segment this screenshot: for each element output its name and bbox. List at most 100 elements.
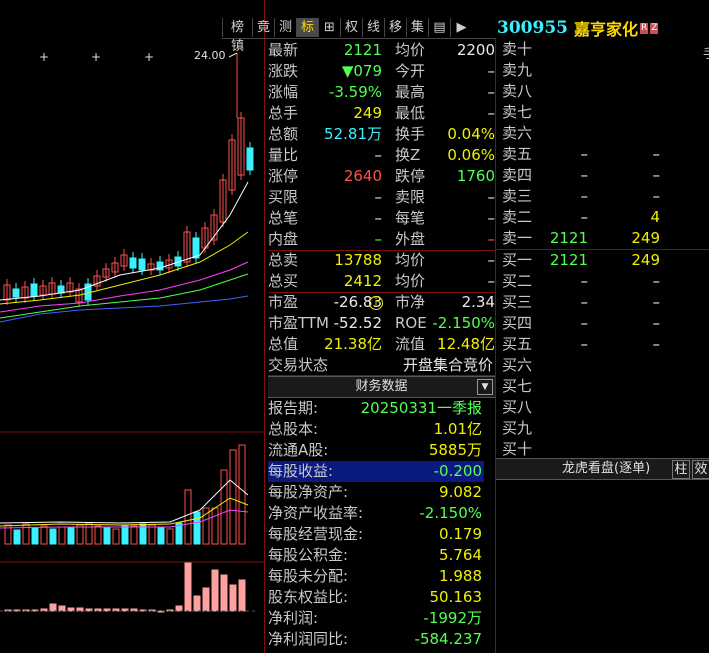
toolbar-item-2[interactable]: 测 (274, 18, 296, 37)
level-volume: 249 (631, 251, 660, 269)
finance-row-1[interactable]: 总股本: 1.01亿 (268, 419, 484, 440)
buy-level-5[interactable]: 买五 – – (502, 334, 702, 355)
finance-label: 净利润同比: (268, 630, 349, 648)
val2-0-value: 2.34 (461, 293, 495, 311)
val2-2-value: 12.48亿 (437, 335, 495, 353)
finance-value: 1.01亿 (433, 420, 482, 438)
toolbar-item-0[interactable]: 榜镇 (222, 18, 252, 54)
sell-level-8[interactable]: 卖三 – – (502, 186, 702, 207)
toolbar-item-4[interactable]: ⊞ (318, 18, 340, 37)
buy-level-6[interactable]: 买六 (502, 355, 702, 376)
level-label: 买一 (502, 251, 533, 269)
toolbar-item-6[interactable]: 线 (362, 18, 384, 37)
level-price: – (580, 293, 589, 311)
buy-level-10[interactable]: 买十 (502, 439, 702, 460)
buy-level-9[interactable]: 买九 (502, 418, 702, 439)
finance-row-4[interactable]: 每股净资产: 9.082 (268, 482, 484, 503)
toolbar-item-9[interactable]: ▤ (428, 18, 450, 37)
volume-bar (166, 528, 174, 545)
level-label: 卖五 (502, 145, 533, 163)
kline-chart-pane[interactable]: 24.00 + + + (0, 0, 265, 653)
finance-label: 每股未分配: (268, 567, 349, 585)
quote-left-2-value: -3.59% (328, 83, 382, 101)
toolbar-item-3[interactable]: 标 (296, 18, 318, 37)
dragon-bar-button[interactable]: 柱 (672, 460, 690, 479)
finance-row-8[interactable]: 每股未分配: 1.988 (268, 566, 484, 587)
finance-value: 20250331一季报 (360, 399, 482, 417)
quote-left-7: 买限 – (268, 187, 382, 208)
level-volume: 249 (631, 229, 660, 247)
sell-level-5[interactable]: 卖六 (502, 123, 702, 144)
toolbar-item-8[interactable]: 集 (406, 18, 428, 37)
toolbar-item-10[interactable]: ▶ (450, 18, 472, 37)
finance-value: 5.764 (439, 546, 482, 564)
volume-bars-group (0, 444, 249, 545)
level-price: 2121 (549, 229, 588, 247)
finance-label: 每股收益: (268, 462, 334, 480)
buy-level-4[interactable]: 买四 – – (502, 313, 702, 334)
volume-bar (31, 527, 39, 545)
quote-left-0-value: 2121 (343, 41, 382, 59)
buy-level-7[interactable]: 买七 (502, 376, 702, 397)
quote-left-1: 涨跌 ▼079 (268, 61, 382, 82)
quote-right-0-value: 2200 (456, 41, 495, 59)
kline-chart[interactable]: 24.00 + + + (0, 0, 265, 653)
finance-row-9[interactable]: 股东权益比: 50.163 (268, 587, 484, 608)
candle-body (12, 288, 20, 298)
plus-marker: + (144, 50, 154, 64)
level-volume: – (652, 145, 661, 163)
macd-bar (58, 605, 66, 612)
buy-level-2[interactable]: 买二 – – (502, 271, 702, 292)
quote-left-4: 总额 52.81万 (268, 124, 382, 145)
sell-level-1[interactable]: 卖十 (502, 39, 702, 60)
level-volume: 4 (650, 208, 660, 226)
quote-left-3-value: 249 (353, 104, 382, 122)
total-1: 总买 2412 (268, 271, 382, 292)
volume-bar (157, 527, 165, 545)
finance-row-2[interactable]: 流通A股: 5885万 (268, 440, 484, 461)
finance-value: -2.150% (419, 504, 482, 522)
finance-value: 50.163 (429, 588, 483, 606)
buy-level-3[interactable]: 买三 – – (502, 292, 702, 313)
finance-row-7[interactable]: 每股公积金: 5.764 (268, 545, 484, 566)
tag-r: R (640, 22, 649, 34)
finance-header[interactable]: 财务数据 ▼ (268, 376, 495, 398)
level-label: 卖七 (502, 103, 533, 121)
finance-row-5[interactable]: 净资产收益率: -2.150% (268, 503, 484, 524)
sell-level-2[interactable]: 卖九 (502, 60, 702, 81)
quote-right-5-value: 0.06% (447, 146, 495, 164)
toolbar-item-1[interactable]: 竟 (252, 18, 274, 37)
val-0-value: -26.83 (333, 293, 382, 311)
dragon-effect-button[interactable]: 效 (692, 460, 709, 479)
sell-level-7[interactable]: 卖四 – – (502, 165, 702, 186)
sell-level-10[interactable]: 卖一 2121 249 (502, 228, 702, 249)
toolbar-item-5[interactable]: 权 (340, 18, 362, 37)
macd-bar (220, 574, 228, 612)
finance-label: 股东权益比: (268, 588, 349, 606)
finance-row-3[interactable]: 每股收益: -0.200 (268, 461, 484, 482)
finance-label: 每股净资产: (268, 483, 349, 501)
level-label: 买九 (502, 419, 533, 437)
dropdown-icon[interactable]: ▼ (477, 379, 493, 395)
sell-level-9[interactable]: 卖二 – 4 (502, 207, 702, 228)
buy-level-1[interactable]: 买一 2121 249 (502, 250, 702, 271)
macd-bar (184, 562, 192, 612)
level-label: 卖三 (502, 187, 533, 205)
toolbar-item-7[interactable]: 移 (384, 18, 406, 37)
volume-bar (121, 525, 129, 545)
buy-level-8[interactable]: 买八 (502, 397, 702, 418)
quote-right-2-value: – (487, 83, 496, 101)
quote-left-3: 总手 249 (268, 103, 382, 124)
finance-value: -1992万 (423, 609, 482, 627)
finance-row-6[interactable]: 每股经营现金: 0.179 (268, 524, 484, 545)
sell-level-6[interactable]: 卖五 – – (502, 144, 702, 165)
quote-right-9: 外盘 – (395, 229, 495, 250)
finance-row-10[interactable]: 净利润: -1992万 (268, 608, 484, 629)
finance-row-0[interactable]: 报告期: 20250331一季报 (268, 398, 484, 419)
finance-row-11[interactable]: 净利润同比: -584.237 (268, 629, 484, 650)
level-label: 买二 (502, 272, 533, 290)
sell-level-3[interactable]: 卖八 (502, 81, 702, 102)
quote-right-9-value: – (487, 230, 496, 248)
info-icon[interactable]: i (369, 296, 383, 310)
sell-level-4[interactable]: 卖七 (502, 102, 702, 123)
